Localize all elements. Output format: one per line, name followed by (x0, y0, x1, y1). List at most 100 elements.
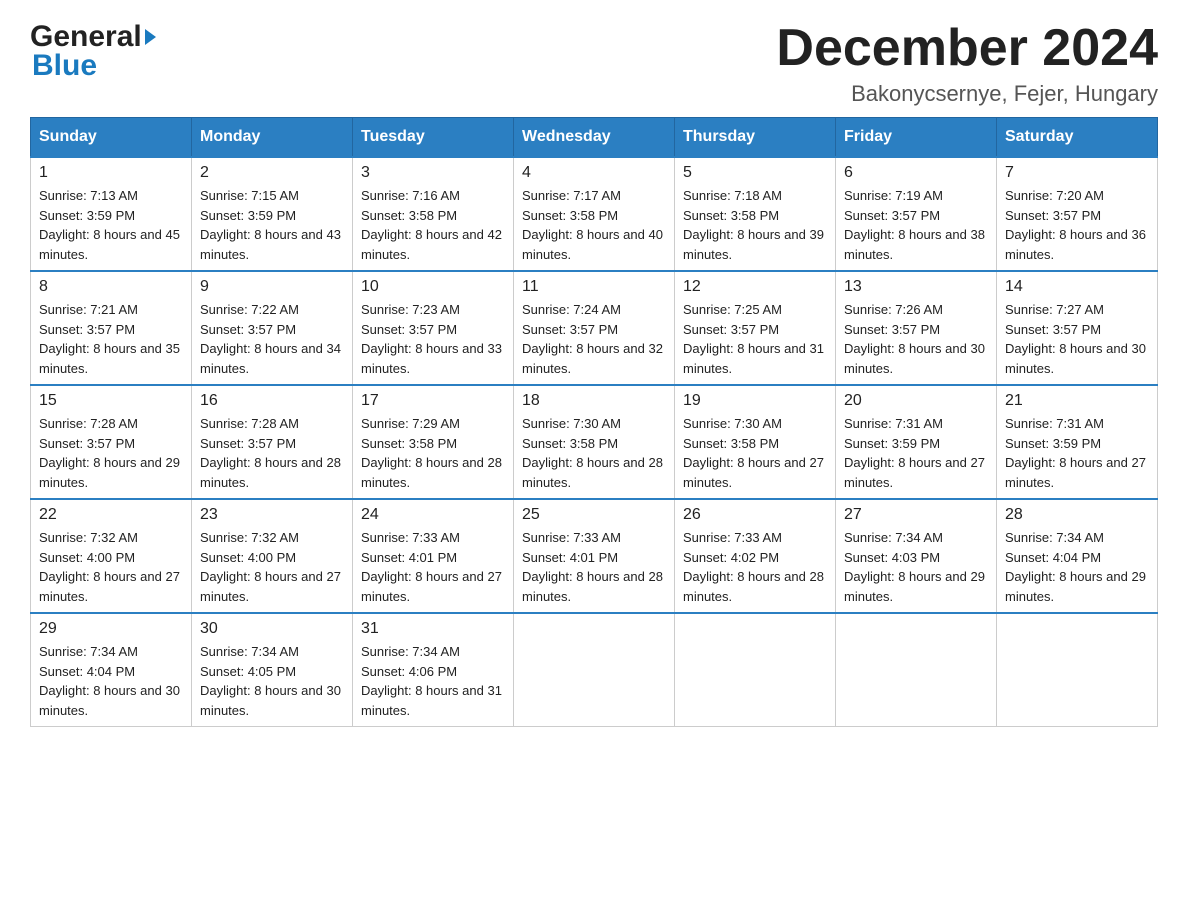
logo-blue: Blue (32, 49, 97, 83)
day-number: 1 (39, 164, 183, 182)
calendar-table: SundayMondayTuesdayWednesdayThursdayFrid… (30, 117, 1158, 727)
day-number: 10 (361, 278, 505, 296)
day-info: Sunrise: 7:31 AMSunset: 3:59 PMDaylight:… (844, 416, 985, 490)
calendar-cell: 31 Sunrise: 7:34 AMSunset: 4:06 PMDaylig… (353, 613, 514, 727)
calendar-cell: 7 Sunrise: 7:20 AMSunset: 3:57 PMDayligh… (997, 157, 1158, 271)
calendar-cell: 16 Sunrise: 7:28 AMSunset: 3:57 PMDaylig… (192, 385, 353, 499)
weekday-header-friday: Friday (836, 118, 997, 158)
day-info: Sunrise: 7:24 AMSunset: 3:57 PMDaylight:… (522, 302, 663, 376)
day-info: Sunrise: 7:17 AMSunset: 3:58 PMDaylight:… (522, 188, 663, 262)
day-info: Sunrise: 7:22 AMSunset: 3:57 PMDaylight:… (200, 302, 341, 376)
day-number: 26 (683, 506, 827, 524)
day-info: Sunrise: 7:32 AMSunset: 4:00 PMDaylight:… (39, 530, 180, 604)
day-number: 30 (200, 620, 344, 638)
logo-triangle-icon (145, 29, 156, 45)
calendar-cell: 3 Sunrise: 7:16 AMSunset: 3:58 PMDayligh… (353, 157, 514, 271)
title-block: December 2024 Bakonycsernye, Fejer, Hung… (776, 20, 1158, 107)
calendar-cell: 8 Sunrise: 7:21 AMSunset: 3:57 PMDayligh… (31, 271, 192, 385)
day-info: Sunrise: 7:13 AMSunset: 3:59 PMDaylight:… (39, 188, 180, 262)
day-number: 21 (1005, 392, 1149, 410)
calendar-cell (675, 613, 836, 727)
page-header: General Blue December 2024 Bakonycsernye… (30, 20, 1158, 107)
location: Bakonycsernye, Fejer, Hungary (776, 81, 1158, 107)
day-number: 31 (361, 620, 505, 638)
day-number: 9 (200, 278, 344, 296)
day-number: 11 (522, 278, 666, 296)
calendar-cell: 1 Sunrise: 7:13 AMSunset: 3:59 PMDayligh… (31, 157, 192, 271)
month-title: December 2024 (776, 20, 1158, 77)
calendar-cell: 19 Sunrise: 7:30 AMSunset: 3:58 PMDaylig… (675, 385, 836, 499)
day-info: Sunrise: 7:30 AMSunset: 3:58 PMDaylight:… (683, 416, 824, 490)
day-info: Sunrise: 7:34 AMSunset: 4:04 PMDaylight:… (39, 644, 180, 718)
calendar-cell: 5 Sunrise: 7:18 AMSunset: 3:58 PMDayligh… (675, 157, 836, 271)
day-number: 6 (844, 164, 988, 182)
calendar-cell: 29 Sunrise: 7:34 AMSunset: 4:04 PMDaylig… (31, 613, 192, 727)
calendar-cell: 30 Sunrise: 7:34 AMSunset: 4:05 PMDaylig… (192, 613, 353, 727)
day-number: 27 (844, 506, 988, 524)
calendar-cell: 4 Sunrise: 7:17 AMSunset: 3:58 PMDayligh… (514, 157, 675, 271)
calendar-cell: 17 Sunrise: 7:29 AMSunset: 3:58 PMDaylig… (353, 385, 514, 499)
weekday-header-monday: Monday (192, 118, 353, 158)
day-number: 18 (522, 392, 666, 410)
day-number: 3 (361, 164, 505, 182)
day-info: Sunrise: 7:34 AMSunset: 4:04 PMDaylight:… (1005, 530, 1146, 604)
day-info: Sunrise: 7:18 AMSunset: 3:58 PMDaylight:… (683, 188, 824, 262)
calendar-cell: 6 Sunrise: 7:19 AMSunset: 3:57 PMDayligh… (836, 157, 997, 271)
day-info: Sunrise: 7:16 AMSunset: 3:58 PMDaylight:… (361, 188, 502, 262)
calendar-cell: 25 Sunrise: 7:33 AMSunset: 4:01 PMDaylig… (514, 499, 675, 613)
day-info: Sunrise: 7:34 AMSunset: 4:05 PMDaylight:… (200, 644, 341, 718)
day-number: 17 (361, 392, 505, 410)
calendar-cell: 22 Sunrise: 7:32 AMSunset: 4:00 PMDaylig… (31, 499, 192, 613)
day-number: 24 (361, 506, 505, 524)
day-info: Sunrise: 7:34 AMSunset: 4:03 PMDaylight:… (844, 530, 985, 604)
day-number: 12 (683, 278, 827, 296)
calendar-cell: 12 Sunrise: 7:25 AMSunset: 3:57 PMDaylig… (675, 271, 836, 385)
calendar-cell: 23 Sunrise: 7:32 AMSunset: 4:00 PMDaylig… (192, 499, 353, 613)
day-info: Sunrise: 7:27 AMSunset: 3:57 PMDaylight:… (1005, 302, 1146, 376)
day-info: Sunrise: 7:20 AMSunset: 3:57 PMDaylight:… (1005, 188, 1146, 262)
day-number: 16 (200, 392, 344, 410)
day-number: 13 (844, 278, 988, 296)
weekday-header-sunday: Sunday (31, 118, 192, 158)
day-info: Sunrise: 7:15 AMSunset: 3:59 PMDaylight:… (200, 188, 341, 262)
logo: General Blue (30, 20, 157, 83)
day-number: 4 (522, 164, 666, 182)
calendar-cell: 11 Sunrise: 7:24 AMSunset: 3:57 PMDaylig… (514, 271, 675, 385)
day-info: Sunrise: 7:26 AMSunset: 3:57 PMDaylight:… (844, 302, 985, 376)
day-info: Sunrise: 7:30 AMSunset: 3:58 PMDaylight:… (522, 416, 663, 490)
day-number: 5 (683, 164, 827, 182)
day-info: Sunrise: 7:31 AMSunset: 3:59 PMDaylight:… (1005, 416, 1146, 490)
day-number: 28 (1005, 506, 1149, 524)
calendar-cell: 26 Sunrise: 7:33 AMSunset: 4:02 PMDaylig… (675, 499, 836, 613)
day-number: 15 (39, 392, 183, 410)
day-info: Sunrise: 7:29 AMSunset: 3:58 PMDaylight:… (361, 416, 502, 490)
day-info: Sunrise: 7:33 AMSunset: 4:01 PMDaylight:… (522, 530, 663, 604)
day-info: Sunrise: 7:33 AMSunset: 4:02 PMDaylight:… (683, 530, 824, 604)
day-number: 19 (683, 392, 827, 410)
day-info: Sunrise: 7:19 AMSunset: 3:57 PMDaylight:… (844, 188, 985, 262)
day-number: 23 (200, 506, 344, 524)
calendar-cell: 28 Sunrise: 7:34 AMSunset: 4:04 PMDaylig… (997, 499, 1158, 613)
calendar-cell: 21 Sunrise: 7:31 AMSunset: 3:59 PMDaylig… (997, 385, 1158, 499)
weekday-header-saturday: Saturday (997, 118, 1158, 158)
day-info: Sunrise: 7:21 AMSunset: 3:57 PMDaylight:… (39, 302, 180, 376)
day-info: Sunrise: 7:28 AMSunset: 3:57 PMDaylight:… (200, 416, 341, 490)
day-number: 14 (1005, 278, 1149, 296)
day-number: 25 (522, 506, 666, 524)
calendar-cell: 15 Sunrise: 7:28 AMSunset: 3:57 PMDaylig… (31, 385, 192, 499)
day-info: Sunrise: 7:33 AMSunset: 4:01 PMDaylight:… (361, 530, 502, 604)
day-number: 22 (39, 506, 183, 524)
calendar-cell: 24 Sunrise: 7:33 AMSunset: 4:01 PMDaylig… (353, 499, 514, 613)
day-info: Sunrise: 7:32 AMSunset: 4:00 PMDaylight:… (200, 530, 341, 604)
calendar-cell: 18 Sunrise: 7:30 AMSunset: 3:58 PMDaylig… (514, 385, 675, 499)
day-info: Sunrise: 7:25 AMSunset: 3:57 PMDaylight:… (683, 302, 824, 376)
weekday-header-wednesday: Wednesday (514, 118, 675, 158)
day-info: Sunrise: 7:28 AMSunset: 3:57 PMDaylight:… (39, 416, 180, 490)
calendar-cell (997, 613, 1158, 727)
calendar-cell: 9 Sunrise: 7:22 AMSunset: 3:57 PMDayligh… (192, 271, 353, 385)
calendar-cell: 2 Sunrise: 7:15 AMSunset: 3:59 PMDayligh… (192, 157, 353, 271)
day-number: 7 (1005, 164, 1149, 182)
day-number: 20 (844, 392, 988, 410)
day-number: 29 (39, 620, 183, 638)
calendar-cell (514, 613, 675, 727)
